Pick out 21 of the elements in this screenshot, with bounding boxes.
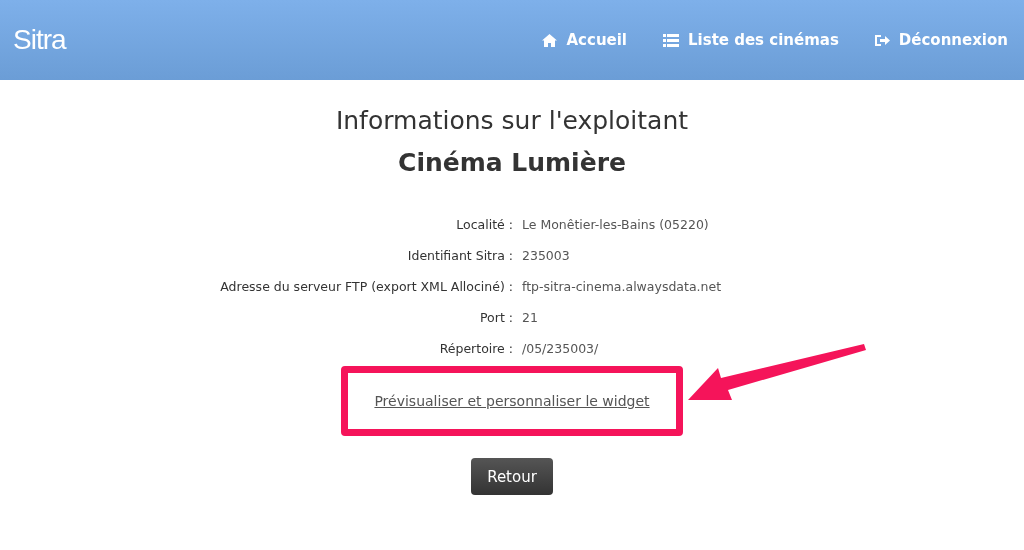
list-icon	[663, 33, 679, 47]
widget-link[interactable]: Prévisualiser et personnaliser le widget	[374, 393, 650, 409]
nav-link[interactable]: Accueil	[542, 31, 627, 49]
detail-label: Port :	[479, 309, 513, 327]
detail-label: Localité :	[455, 216, 513, 234]
detail-value: ftp-sitra-cinema.alwaysdata.net	[522, 278, 723, 296]
detail-value: 235003	[522, 247, 571, 265]
logout-icon	[874, 33, 890, 47]
detail-value: /05/235003/	[522, 340, 600, 358]
detail-label: Adresse du serveur FTP (export XML Allociné) :	[219, 278, 513, 296]
nav-link[interactable]: Liste des cinémas	[663, 31, 839, 49]
home-icon	[542, 33, 558, 47]
detail-label: Identifiant Sitra :	[406, 247, 513, 265]
back-button[interactable]: Retour	[471, 458, 553, 495]
detail-value: Le Monêtier-les-Bains (05220)	[522, 216, 710, 234]
detail-value: 21	[522, 309, 539, 327]
logo[interactable]: Sitra	[13, 24, 66, 56]
nav-link[interactable]: Déconnexion	[874, 31, 1008, 49]
page-title: Informations sur l'exploitant	[335, 105, 689, 137]
detail-label: Répertoire :	[438, 340, 513, 358]
cinema-name: Cinéma Lumière	[398, 147, 626, 179]
